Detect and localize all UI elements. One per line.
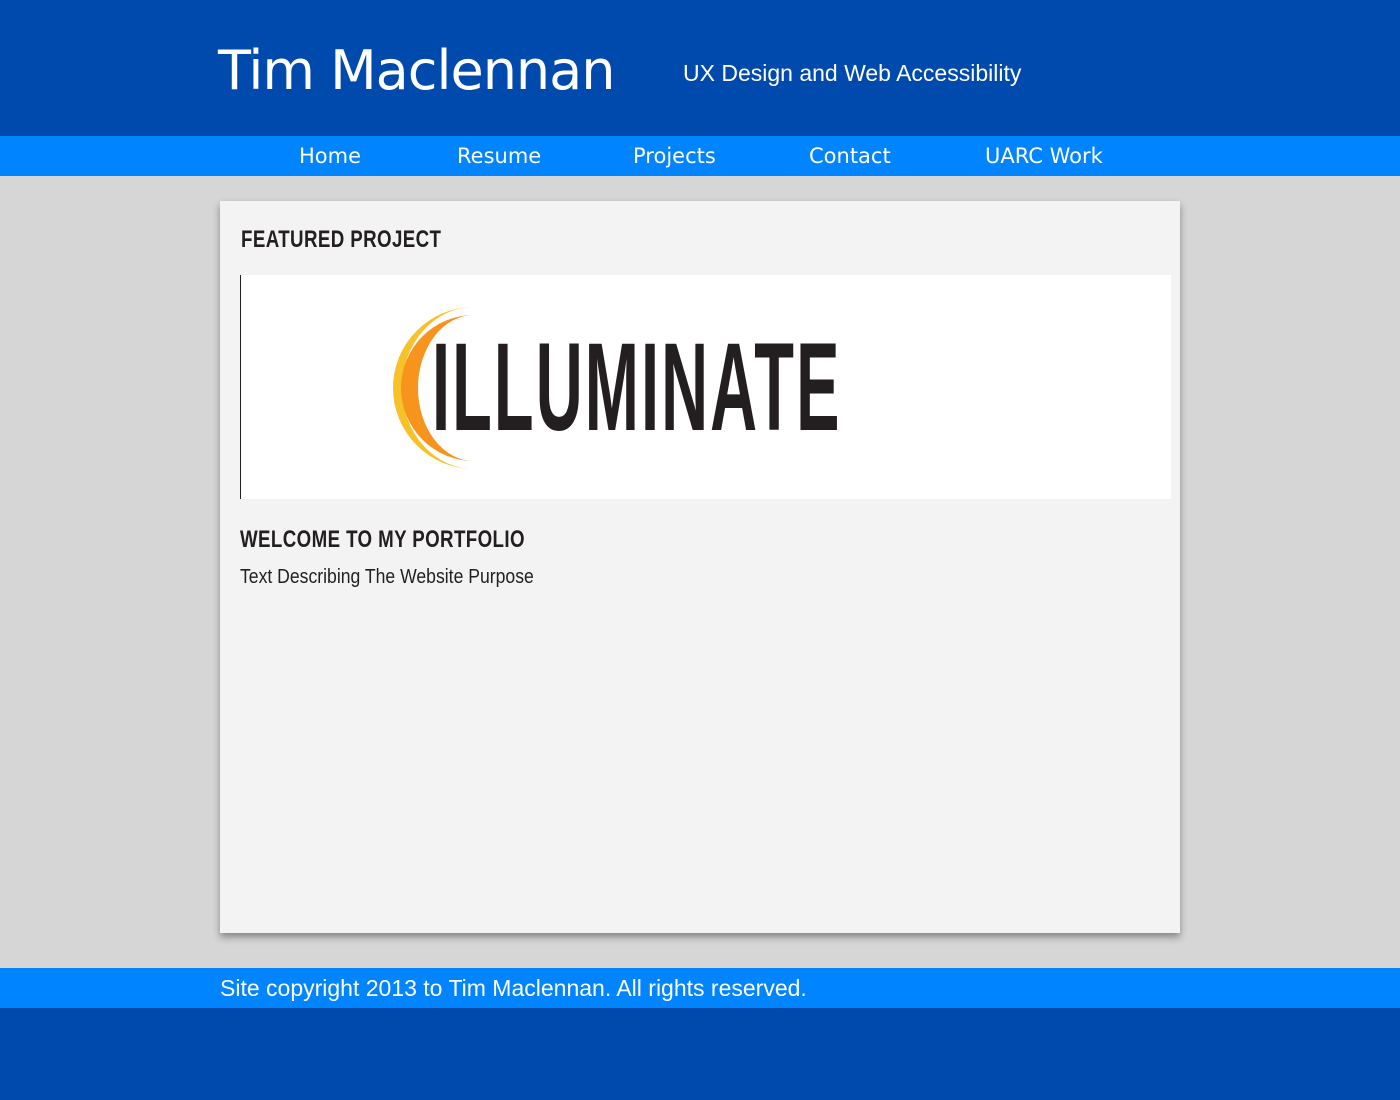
nav-item-resume[interactable]: Resume: [457, 136, 541, 176]
featured-project-banner[interactable]: ILLUMINATE: [240, 275, 1171, 499]
website-purpose-text: Text Describing The Website Purpose: [240, 566, 534, 588]
nav-item-uarc-work[interactable]: UARC Work: [985, 136, 1103, 176]
site-title[interactable]: Tim Maclennan: [218, 36, 615, 106]
main-nav: Home Resume Projects Contact UARC Work: [0, 136, 1400, 176]
welcome-heading: Welcome to my portfolio: [240, 526, 525, 553]
footer-bar: Site copyright 2013 to Tim Maclennan. Al…: [0, 968, 1400, 1008]
copyright-text: Site copyright 2013 to Tim Maclennan. Al…: [220, 975, 807, 1001]
footer-bottom-band: [0, 1008, 1400, 1100]
site-tagline: UX Design and Web Accessibility: [683, 60, 1022, 86]
site-header: Tim Maclennan UX Design and Web Accessib…: [0, 0, 1400, 136]
illuminate-logo-wordmark: ILLUMINATE: [432, 318, 842, 457]
main-content-card: Featured Project ILLUMINATE Welcome to m…: [220, 201, 1180, 933]
featured-project-heading: Featured Project: [241, 226, 442, 253]
nav-item-contact[interactable]: Contact: [809, 136, 891, 176]
nav-item-home[interactable]: Home: [299, 136, 361, 176]
nav-item-projects[interactable]: Projects: [633, 136, 716, 176]
